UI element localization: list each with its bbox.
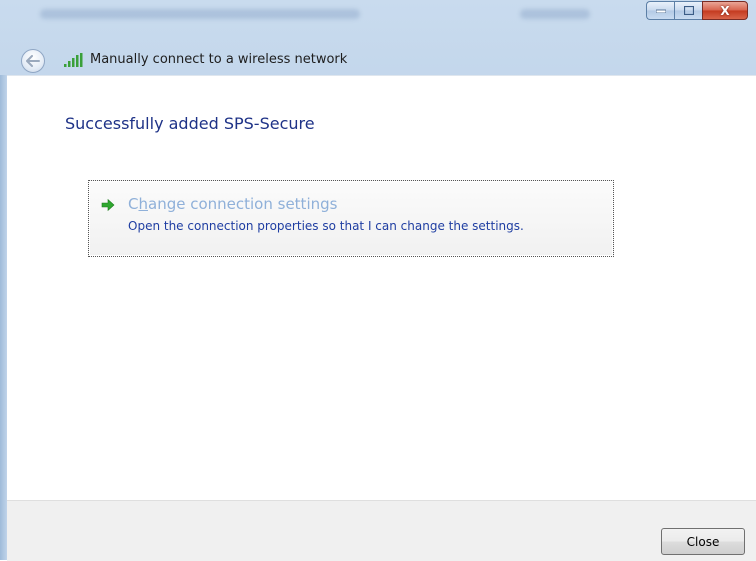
window-left-border [0, 75, 7, 560]
close-icon: X [720, 3, 730, 18]
close-window-button[interactable]: X [702, 1, 748, 20]
minimize-icon [655, 9, 666, 13]
window-controls: X [646, 1, 748, 20]
command-description: Open the connection properties so that I… [128, 219, 524, 233]
back-button[interactable] [21, 49, 45, 73]
content-area: Successfully added SPS-Secure Change con… [7, 75, 756, 501]
command-label-end: ange connection settings [148, 195, 338, 213]
command-label: Change connection settings [128, 195, 337, 213]
close-button[interactable]: Close [661, 528, 745, 555]
change-connection-settings-link[interactable]: Change connection settings Open the conn… [88, 180, 614, 257]
wireless-signal-icon [64, 53, 83, 67]
blurred-search [520, 9, 590, 19]
command-label-start: C [128, 195, 139, 213]
title-bar[interactable]: X [0, 0, 756, 40]
command-label-accelerator: h [138, 195, 148, 213]
dialog-footer [7, 500, 756, 561]
maximize-button[interactable] [674, 1, 702, 20]
dialog-title: Manually connect to a wireless network [90, 52, 348, 67]
blurred-breadcrumb [40, 9, 360, 19]
minimize-button[interactable] [646, 1, 674, 20]
green-arrow-icon [101, 198, 115, 212]
page-heading: Successfully added SPS-Secure [65, 114, 315, 133]
back-arrow-icon [26, 55, 40, 67]
maximize-icon [683, 6, 694, 15]
